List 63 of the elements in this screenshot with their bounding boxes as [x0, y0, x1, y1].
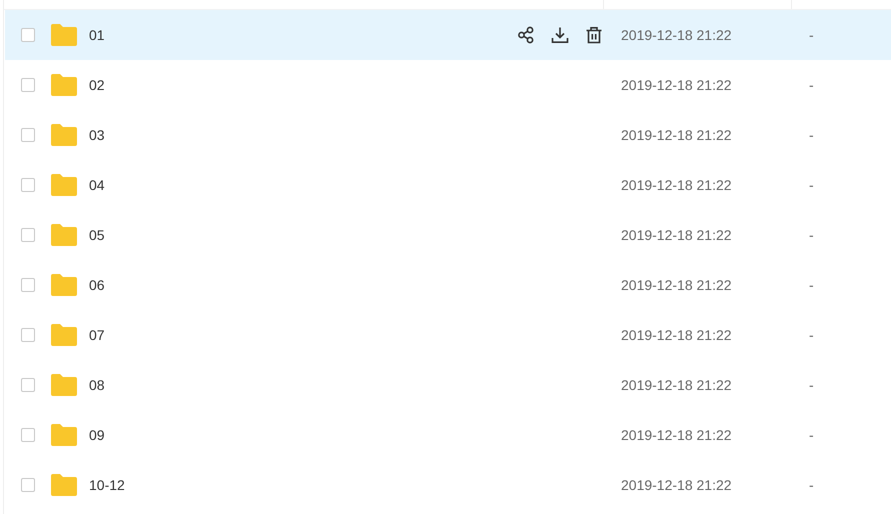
folder-name[interactable]: 10-12 — [89, 477, 603, 493]
folder-icon — [51, 474, 77, 496]
folder-name[interactable]: 02 — [89, 77, 603, 93]
modified-date: 2019-12-18 21:22 — [621, 477, 733, 493]
checkbox[interactable] — [21, 228, 35, 242]
modified-date: 2019-12-18 21:22 — [621, 127, 733, 143]
folder-name[interactable]: 07 — [89, 327, 603, 343]
file-row[interactable]: 01 2019-12-18 21:22 - — [5, 10, 891, 60]
file-size: - — [809, 427, 815, 443]
modified-date: 2019-12-18 21:22 — [621, 227, 733, 243]
folder-name[interactable]: 01 — [89, 27, 517, 43]
file-size: - — [809, 77, 815, 93]
file-row[interactable]: 10-12 2019-12-18 21:22 - — [5, 460, 891, 510]
modified-date: 2019-12-18 21:22 — [621, 277, 733, 293]
checkbox[interactable] — [21, 128, 35, 142]
folder-icon — [51, 424, 77, 446]
folder-icon — [51, 274, 77, 296]
folder-name[interactable]: 03 — [89, 127, 603, 143]
folder-name[interactable]: 08 — [89, 377, 603, 393]
delete-icon[interactable] — [585, 26, 603, 44]
folder-name[interactable]: 05 — [89, 227, 603, 243]
checkbox[interactable] — [21, 78, 35, 92]
file-size: - — [809, 327, 815, 343]
modified-date: 2019-12-18 21:22 — [621, 327, 733, 343]
file-row[interactable]: 04 2019-12-18 21:22 - — [5, 160, 891, 210]
file-row[interactable]: 07 2019-12-18 21:22 - — [5, 310, 891, 360]
modified-date: 2019-12-18 21:22 — [621, 427, 733, 443]
file-row[interactable]: 06 2019-12-18 21:22 - — [5, 260, 891, 310]
checkbox[interactable] — [21, 328, 35, 342]
folder-icon — [51, 374, 77, 396]
file-row[interactable]: 09 2019-12-18 21:22 - — [5, 410, 891, 460]
folder-icon — [51, 174, 77, 196]
folder-icon — [51, 224, 77, 246]
checkbox[interactable] — [21, 178, 35, 192]
modified-date: 2019-12-18 21:22 — [621, 177, 733, 193]
checkbox[interactable] — [21, 28, 35, 42]
folder-name[interactable]: 06 — [89, 277, 603, 293]
folder-icon — [51, 74, 77, 96]
modified-date: 2019-12-18 21:22 — [621, 27, 733, 43]
modified-date: 2019-12-18 21:22 — [621, 377, 733, 393]
file-row[interactable]: 05 2019-12-18 21:22 - — [5, 210, 891, 260]
file-size: - — [809, 127, 815, 143]
file-size: - — [809, 277, 815, 293]
file-size: - — [809, 27, 815, 43]
file-size: - — [809, 227, 815, 243]
download-icon[interactable] — [551, 26, 569, 44]
checkbox[interactable] — [21, 478, 35, 492]
checkbox[interactable] — [21, 378, 35, 392]
file-size: - — [809, 177, 815, 193]
file-size: - — [809, 377, 815, 393]
file-row[interactable]: 08 2019-12-18 21:22 - — [5, 360, 891, 410]
file-row[interactable]: 03 2019-12-18 21:22 - — [5, 110, 891, 160]
modified-date: 2019-12-18 21:22 — [621, 77, 733, 93]
folder-icon — [51, 124, 77, 146]
file-size: - — [809, 477, 815, 493]
file-row[interactable]: 02 2019-12-18 21:22 - — [5, 60, 891, 110]
folder-icon — [51, 24, 77, 46]
folder-name[interactable]: 04 — [89, 177, 603, 193]
share-icon[interactable] — [517, 26, 535, 44]
checkbox[interactable] — [21, 278, 35, 292]
folder-icon — [51, 324, 77, 346]
folder-name[interactable]: 09 — [89, 427, 603, 443]
checkbox[interactable] — [21, 428, 35, 442]
